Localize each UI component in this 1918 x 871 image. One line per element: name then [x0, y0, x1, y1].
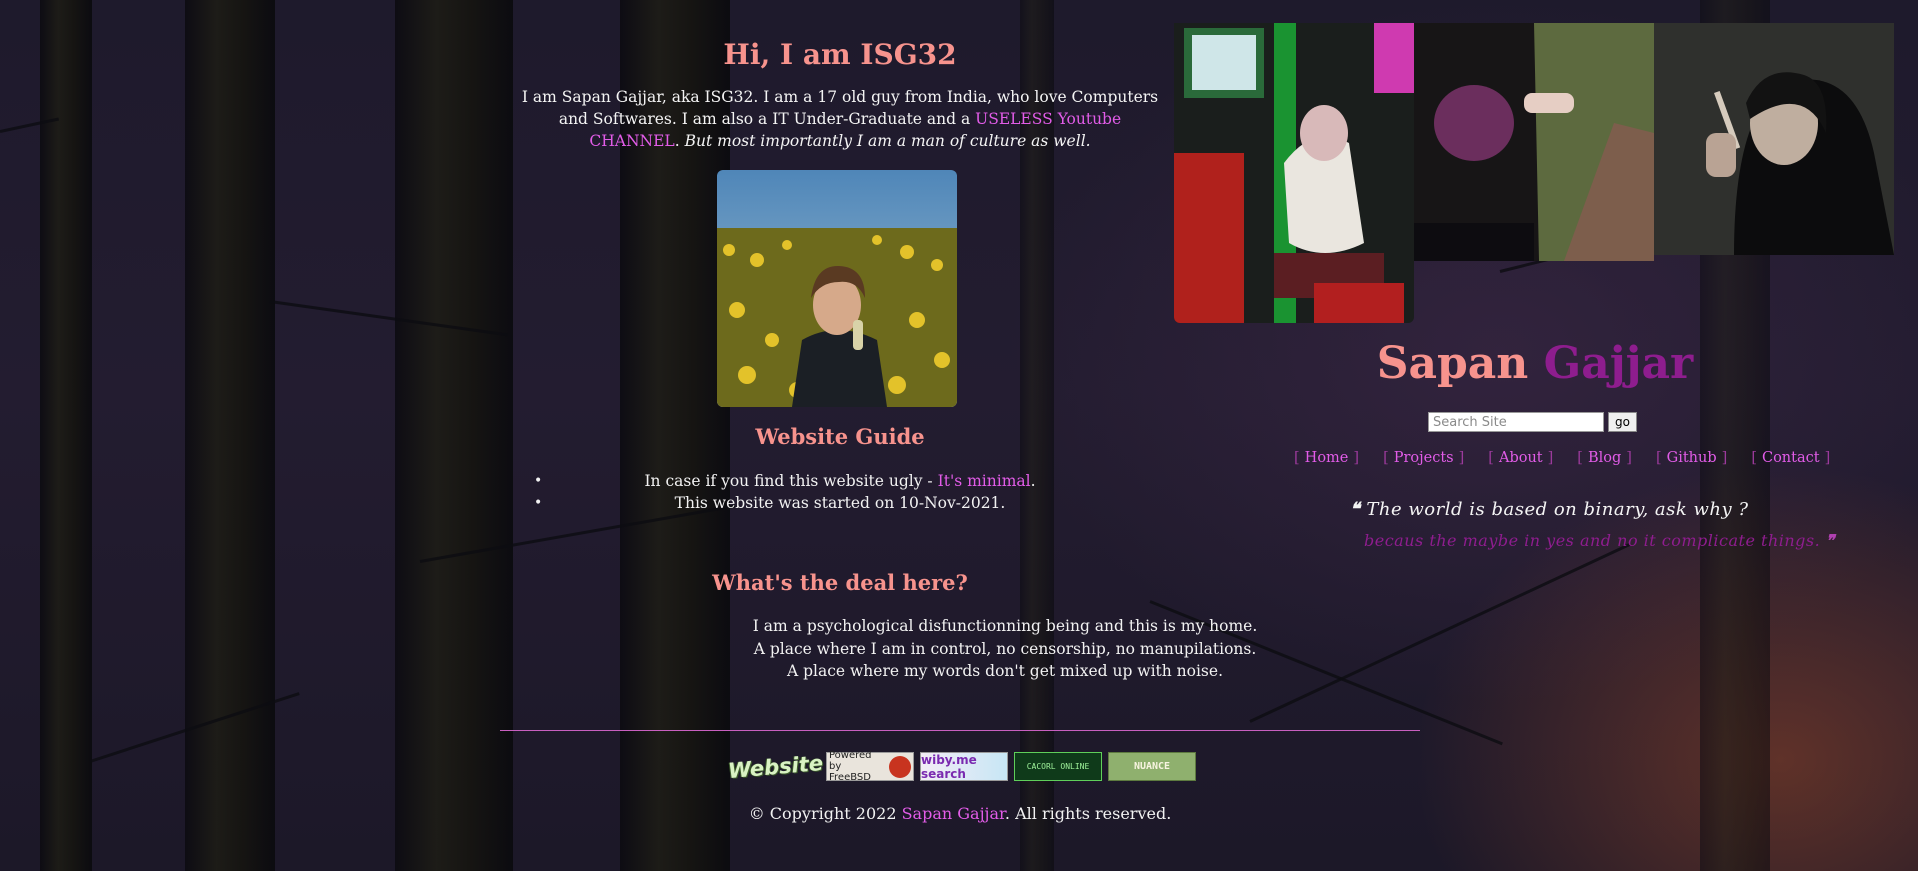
quote-line-1: ❝ The world is based on binary, ask why …	[1350, 499, 1749, 520]
close-quote-icon: ❞	[1825, 531, 1835, 550]
brand-last-name: Gajjar	[1543, 338, 1694, 389]
tshirt-photo	[1414, 23, 1654, 261]
nuance-badge[interactable]: NUANCE	[1108, 752, 1196, 781]
arcade-girl-photo	[1174, 23, 1414, 323]
copyright: © Copyright 2022 Sapan Gajjar. All right…	[748, 804, 1172, 823]
freebsd-logo-icon	[889, 755, 911, 778]
minimal-link[interactable]: It's minimal	[938, 472, 1031, 490]
site-brand: Sapan Gajjar	[1175, 338, 1895, 389]
guide-list: • In case if you find this website ugly …	[500, 470, 1180, 514]
search-input[interactable]	[1428, 412, 1604, 432]
badge-row: Website Powered by FreeBSD wiby.me searc…	[728, 750, 1196, 783]
guide-title: Website Guide	[755, 424, 925, 449]
deal-line: A place where I am in control, no censor…	[753, 639, 1257, 658]
nav-item-about[interactable]: [About]	[1476, 450, 1565, 466]
intro-title: Hi, I am ISG32	[723, 38, 957, 71]
deal-line: I am a psychological disfunctionning bei…	[752, 617, 1258, 635]
intro-text-after: .	[674, 132, 685, 150]
list-item: • This website was started on 10-Nov-202…	[534, 494, 1006, 512]
nav-item-blog[interactable]: [Blog]	[1565, 450, 1644, 466]
freebsd-badge[interactable]: Powered by FreeBSD	[826, 750, 914, 783]
list-item: • In case if you find this website ugly …	[534, 472, 1036, 490]
smoking-girl-photo	[1654, 23, 1894, 255]
quote-line-2: becaus the maybe in yes and no it compli…	[1364, 531, 1835, 550]
cacorl-online-badge[interactable]: CACORL ONLINE	[1014, 752, 1102, 781]
site-search: go	[1428, 412, 1637, 432]
profile-photo	[717, 170, 957, 407]
footer-divider	[500, 730, 1420, 731]
intro-paragraph: I am Sapan Gajjar, aka ISG32. I am a 17 …	[512, 86, 1168, 152]
main-nav: [Home] [Projects] [About] [Blog] [Github…	[1282, 450, 1842, 466]
deal-text: I am a psychological disfunctionning bei…	[695, 615, 1315, 683]
nav-item-home[interactable]: [Home]	[1282, 450, 1371, 466]
open-quote-icon: ❝	[1350, 499, 1361, 520]
website-badge[interactable]: Website	[728, 750, 825, 782]
deal-title: What's the deal here?	[712, 570, 968, 595]
copyright-link[interactable]: Sapan Gajjar	[902, 804, 1005, 823]
deal-line: A place where my words don't get mixed u…	[787, 662, 1223, 680]
nav-item-github[interactable]: [Github]	[1644, 450, 1739, 466]
nav-item-projects[interactable]: [Projects]	[1371, 450, 1476, 466]
nav-item-contact[interactable]: [Contact]	[1739, 450, 1842, 466]
wiby-badge[interactable]: wiby.me search	[920, 752, 1008, 781]
search-go-button[interactable]: go	[1608, 412, 1637, 432]
intro-italic-text: But most importantly I am a man of cultu…	[684, 132, 1091, 150]
brand-first-name: Sapan	[1376, 338, 1529, 389]
